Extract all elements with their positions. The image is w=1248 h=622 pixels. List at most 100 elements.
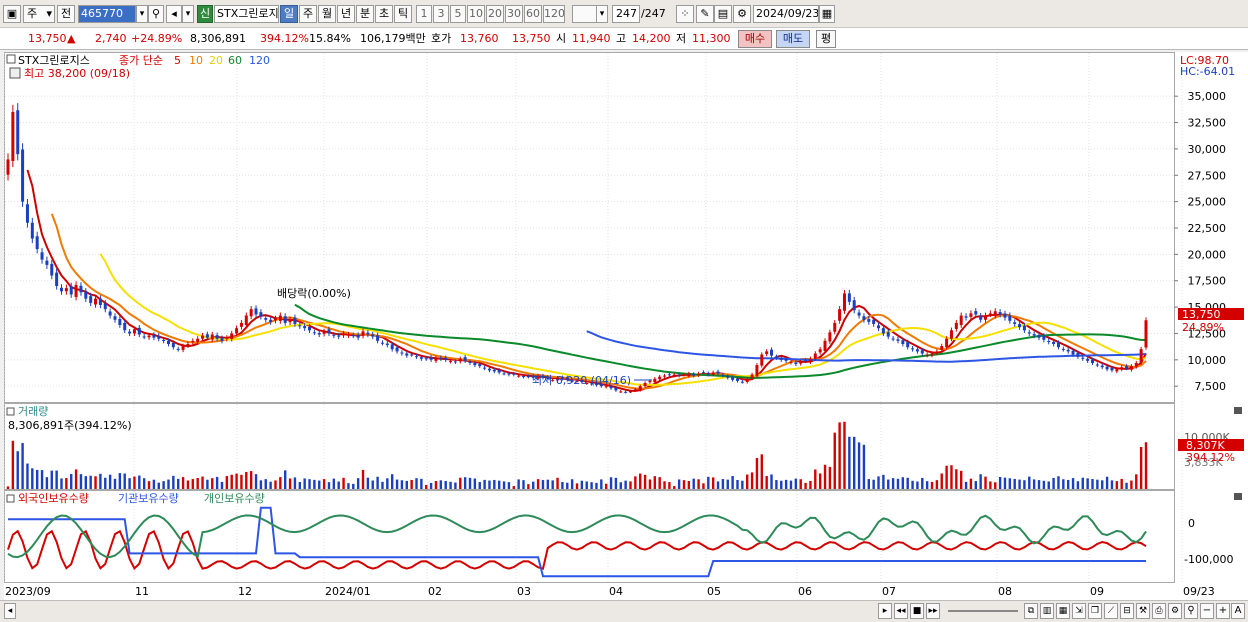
tab-interval-0[interactable]: 1: [416, 5, 432, 23]
chart-area[interactable]: 35,000 32,500 30,000 27,500 25,000 22,500 20,0…: [3, 52, 1248, 600]
tab-period-1[interactable]: 주: [299, 5, 317, 23]
prev-button[interactable]: 전: [57, 5, 75, 23]
pen-icon[interactable]: ✎: [696, 5, 714, 23]
candle-body: [667, 374, 671, 376]
volume-bar: [55, 470, 58, 489]
volume-bar: [595, 482, 598, 489]
x-tick-label: 07: [882, 585, 896, 598]
candle-body: [765, 351, 769, 354]
zoom-out-icon[interactable]: −: [1200, 603, 1214, 619]
y-tick-label: 32,500: [1188, 117, 1227, 130]
candle-body: [385, 343, 389, 346]
tab-interval-2[interactable]: 5: [450, 5, 466, 23]
grid-icon[interactable]: ▦: [1056, 603, 1070, 619]
volume-bar: [726, 479, 729, 489]
tab-interval-5[interactable]: 30: [505, 5, 523, 23]
interval-dropdown-icon[interactable]: ▾: [596, 5, 608, 23]
line-icon[interactable]: ⟋: [1104, 603, 1118, 619]
volume-bar: [818, 473, 822, 489]
bottom-controls: ◂ ▸ ◂◂ ■ ▸▸ ⧉ ▥ ▦ ⇲ ❐ ⟋ ⊟ ⚒ ⎙ ⚙ ⚲ − + A: [0, 600, 1248, 622]
search-icon[interactable]: ⚲: [148, 5, 164, 23]
settings-icon[interactable]: ⚙: [1168, 603, 1182, 619]
volume-bar: [925, 481, 929, 489]
tab-period-3[interactable]: 년: [337, 5, 355, 23]
candle-body: [147, 335, 151, 338]
buy-button[interactable]: 매수: [738, 30, 772, 48]
zoom-slider[interactable]: [948, 610, 1018, 612]
play-icon[interactable]: ▸: [878, 603, 892, 619]
gear-icon[interactable]: ⚙: [733, 5, 751, 23]
volume-close-icon[interactable]: [1234, 407, 1242, 414]
split-icon[interactable]: ▥: [1040, 603, 1054, 619]
window-icon[interactable]: ▣: [3, 5, 21, 23]
save-icon[interactable]: ▤: [714, 5, 732, 23]
copy-icon[interactable]: ❐: [1088, 603, 1102, 619]
tab-period-4[interactable]: 분: [356, 5, 374, 23]
volume-bar: [386, 478, 389, 489]
candle-body: [507, 373, 511, 375]
candle-body: [794, 362, 798, 365]
calendar-small-icon[interactable]: [9, 67, 21, 79]
volume-bar: [677, 479, 681, 489]
volume-bar: [400, 480, 404, 489]
zoom-in-icon[interactable]: +: [1216, 603, 1230, 619]
volume-bar: [196, 477, 199, 489]
market-select[interactable]: 주 ▾: [23, 5, 55, 23]
eval-button[interactable]: 평: [816, 30, 836, 48]
scroll-left-icon[interactable]: ◂: [4, 603, 16, 619]
tab-interval-4[interactable]: 20: [486, 5, 504, 23]
volume-bar: [668, 482, 671, 489]
auto-scale-icon[interactable]: A: [1231, 603, 1245, 619]
volume-bar: [352, 483, 355, 489]
calendar-icon[interactable]: ▦: [819, 5, 835, 23]
volume-bar: [347, 483, 350, 489]
layout-icon[interactable]: ⧉: [1024, 603, 1038, 619]
candle-body: [789, 361, 793, 363]
zoom-icon[interactable]: ⚲: [1184, 603, 1198, 619]
volume-bar: [984, 476, 987, 489]
candle-body: [1061, 348, 1065, 350]
code-dropdown-icon[interactable]: ▾: [136, 5, 148, 23]
rewind-icon[interactable]: ◂◂: [894, 603, 908, 619]
tab-period-6[interactable]: 틱: [394, 5, 412, 23]
tab-interval-3[interactable]: 10: [467, 5, 485, 23]
holding-close-icon[interactable]: [1234, 493, 1242, 500]
volume-bar: [483, 479, 486, 489]
volume-bar: [26, 463, 29, 489]
tool-icon[interactable]: ⚒: [1136, 603, 1150, 619]
date-input[interactable]: 2024/09/23: [753, 5, 819, 23]
tab-interval-7[interactable]: 120: [543, 5, 565, 23]
speaker-icon[interactable]: ◂: [166, 5, 182, 23]
shin-badge[interactable]: 신: [197, 5, 213, 23]
volume-bar: [118, 473, 122, 489]
tab-period-5[interactable]: 초: [375, 5, 393, 23]
candle-body: [993, 311, 997, 316]
volume-bar: [259, 480, 263, 489]
candle-body: [633, 389, 637, 391]
ma-legend-5: 5: [174, 54, 181, 67]
candle-body: [98, 298, 102, 305]
volume-bar: [799, 479, 802, 489]
tab-period-0[interactable]: 일: [280, 5, 298, 23]
volume-bar: [425, 484, 428, 489]
candle-body: [1013, 322, 1017, 324]
candle-body: [176, 348, 180, 350]
forward-icon[interactable]: ▸▸: [926, 603, 940, 619]
link-icon[interactable]: ⁘: [676, 5, 694, 23]
sell-button[interactable]: 매도: [776, 30, 810, 48]
speaker-dropdown-icon[interactable]: ▾: [182, 5, 194, 23]
candle-body: [366, 332, 370, 335]
volume-bar: [108, 474, 112, 489]
candle-body: [745, 378, 749, 382]
tab-interval-6[interactable]: 60: [524, 5, 542, 23]
candle-body: [619, 391, 623, 393]
code-input[interactable]: 465770: [78, 5, 136, 23]
ruler-icon[interactable]: ⊟: [1120, 603, 1134, 619]
stock-name-field[interactable]: STX그린로지: [214, 5, 279, 23]
print-icon[interactable]: ⎙: [1152, 603, 1166, 619]
count-input[interactable]: 247: [612, 5, 640, 23]
stop-icon[interactable]: ■: [910, 603, 924, 619]
scale-icon[interactable]: ⇲: [1072, 603, 1086, 619]
tab-period-2[interactable]: 월: [318, 5, 336, 23]
tab-interval-1[interactable]: 3: [433, 5, 449, 23]
